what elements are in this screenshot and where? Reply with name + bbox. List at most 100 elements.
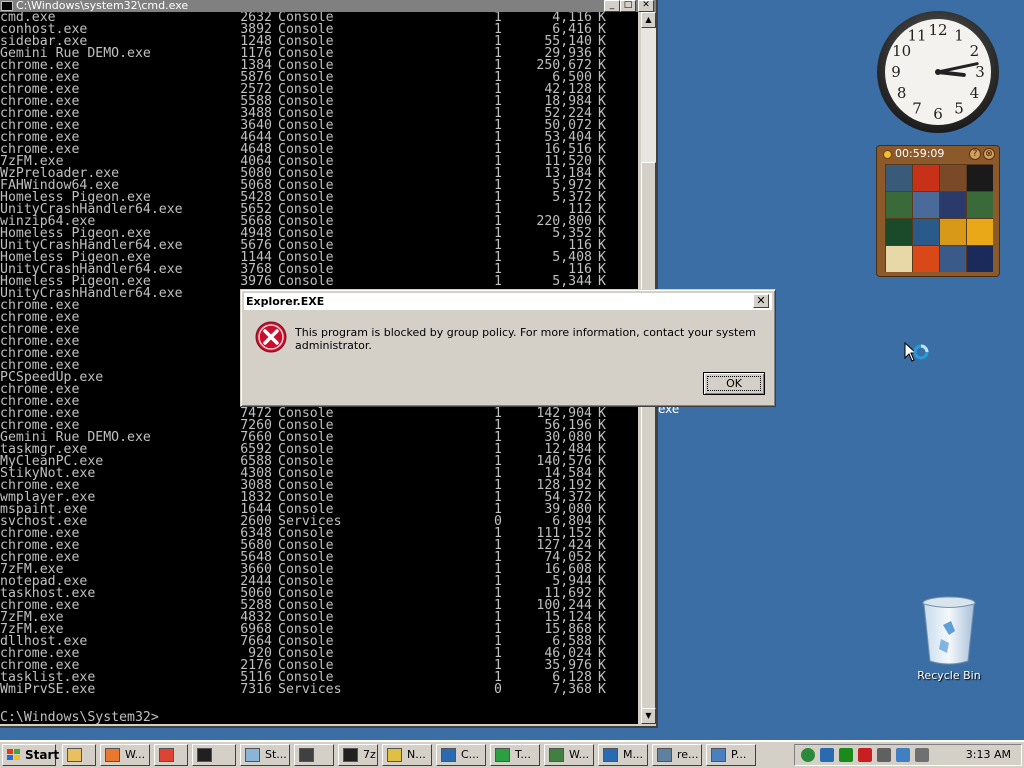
puzzle-tile[interactable] (940, 246, 966, 272)
cmd-titlebar[interactable]: C:\Windows\system32\cmd.exe _ □ ✕ (0, 0, 656, 12)
maximize-button[interactable]: □ (620, 0, 636, 12)
windows-flag-icon (7, 749, 20, 760)
clock-gadget[interactable]: 12 1 2 3 4 5 6 7 8 9 10 11 (876, 10, 1000, 134)
close-button[interactable]: ✕ (638, 0, 654, 12)
scroll-thumb[interactable] (641, 162, 656, 710)
taskbar-button[interactable] (62, 744, 96, 766)
clock-numeral: 11 (907, 27, 926, 45)
cmd-icon (197, 748, 212, 762)
7zip-icon (343, 748, 358, 762)
puzzle-tile[interactable] (886, 246, 912, 272)
puzzle-tile[interactable] (886, 219, 912, 245)
taskbar-button-label: W... (125, 748, 146, 761)
busy-cursor-icon (904, 342, 929, 362)
clock-face-icon: 12 12 3 45678 9 1011 (877, 11, 999, 133)
puzzle-tile[interactable] (967, 192, 993, 218)
minimize-button[interactable]: _ (604, 0, 620, 12)
taskbar-button[interactable] (154, 744, 188, 766)
puzzle-timer: 00:59:09 (895, 147, 945, 160)
puzzle-close-button[interactable]: ⊗ (983, 148, 995, 160)
session-name: Console (278, 274, 334, 289)
scroll-down-button[interactable]: ▼ (641, 708, 656, 724)
start-label: Start (25, 748, 60, 762)
puzzle-grid[interactable] (885, 164, 993, 272)
dialog-close-button[interactable]: ✕ (753, 294, 769, 308)
taskbar-button[interactable]: re... (652, 744, 702, 766)
process-name: WmiPrvSE.exe (0, 682, 96, 697)
session-number: 1 (494, 274, 502, 289)
recycle-icon (657, 748, 672, 762)
taskbar-button-label: re... (677, 748, 699, 761)
command-prompt[interactable]: C:\Windows\System32> (0, 711, 159, 724)
tray-volume-icon[interactable] (915, 748, 929, 762)
taskbar-button[interactable]: T... (490, 744, 540, 766)
clock-numeral: 2 (970, 42, 980, 60)
tray-monitor-icon[interactable] (896, 748, 910, 762)
taskbar-button-label: N... (407, 748, 426, 761)
clock-numeral: 6 (933, 105, 943, 123)
cmd-icon (1, 1, 13, 11)
puzzle-tile[interactable] (913, 165, 939, 191)
clock-numeral: 4 (970, 84, 980, 102)
mem-usage: 7,368 (552, 682, 592, 697)
puzzle-tile[interactable] (913, 219, 939, 245)
session-name: Services (278, 682, 342, 697)
puzzle-tile[interactable] (940, 192, 966, 218)
task-icon (495, 748, 510, 762)
folder-icon (67, 748, 82, 762)
puzzle-tile[interactable] (967, 165, 993, 191)
system-tray[interactable]: 3:13 AM (794, 744, 1022, 766)
tray-red-icon[interactable] (858, 748, 872, 762)
notepad-icon (387, 748, 402, 762)
puzzle-tile[interactable] (940, 165, 966, 191)
puzzle-tile[interactable] (940, 219, 966, 245)
recycle-bin[interactable]: Recycle Bin (908, 595, 990, 682)
media-player-icon (105, 748, 120, 762)
clock-numeral: 3 (975, 63, 985, 81)
chrome-icon (159, 748, 174, 762)
taskbar[interactable]: Start W... St... 7z N... C... T... W... M... re.… (0, 740, 1024, 768)
taskbar-button-label: M... (623, 748, 643, 761)
picture-puzzle-gadget[interactable]: 00:59:09 ? ⊗ (876, 145, 1000, 277)
taskbar-button[interactable]: 7z (338, 744, 378, 766)
recycle-bin-label: Recycle Bin (917, 669, 981, 682)
cmd-title-text: C:\Windows\system32\cmd.exe (16, 0, 189, 12)
taskbar-button-label: W... (569, 748, 590, 761)
taskbar-button[interactable]: N... (382, 744, 432, 766)
taskbar-button[interactable]: W... (544, 744, 594, 766)
puzzle-tile[interactable] (967, 246, 993, 272)
taskbar-button[interactable]: P... (706, 744, 756, 766)
start-button[interactable]: Start (2, 744, 60, 766)
process-pid: 7316 (240, 682, 272, 697)
tray-shield-icon[interactable] (820, 748, 834, 762)
timer-icon (883, 149, 892, 159)
process-row: WmiPrvSE.exe 7316 Services 0 7,368 K (0, 682, 638, 697)
taskbar-clock[interactable]: 3:13 AM (966, 745, 1011, 765)
ok-button[interactable]: OK (703, 372, 765, 395)
taskbar-button[interactable]: St... (240, 744, 290, 766)
dialog-titlebar[interactable]: Explorer.EXE ✕ (244, 293, 772, 310)
tray-green-icon[interactable] (801, 748, 815, 762)
taskbar-button-label: C... (461, 748, 480, 761)
taskbar-button[interactable] (294, 744, 334, 766)
tray-green-square-icon[interactable] (839, 748, 853, 762)
tray-network-icon[interactable] (877, 748, 891, 762)
puzzle-help-button[interactable]: ? (969, 148, 981, 160)
puzzle-tile[interactable] (967, 219, 993, 245)
clock-numeral: 9 (891, 63, 901, 81)
shield-icon (441, 748, 456, 762)
error-dialog[interactable]: Explorer.EXE ✕ This program is blocked b… (240, 289, 776, 407)
puzzle-tile[interactable] (913, 246, 939, 272)
taskbar-button[interactable] (192, 744, 236, 766)
clock-numeral: 12 (928, 21, 947, 39)
taskbar-button[interactable]: C... (436, 744, 486, 766)
session-number: 0 (494, 682, 502, 697)
puzzle-tile[interactable] (913, 192, 939, 218)
puzzle-tile[interactable] (886, 192, 912, 218)
scroll-up-button[interactable]: ▲ (641, 12, 656, 28)
taskbar-button[interactable]: M... (598, 744, 648, 766)
puzzle-tile[interactable] (886, 165, 912, 191)
clock-numeral: 8 (897, 84, 907, 102)
taskbar-button[interactable]: W... (100, 744, 150, 766)
film-icon (299, 748, 314, 762)
